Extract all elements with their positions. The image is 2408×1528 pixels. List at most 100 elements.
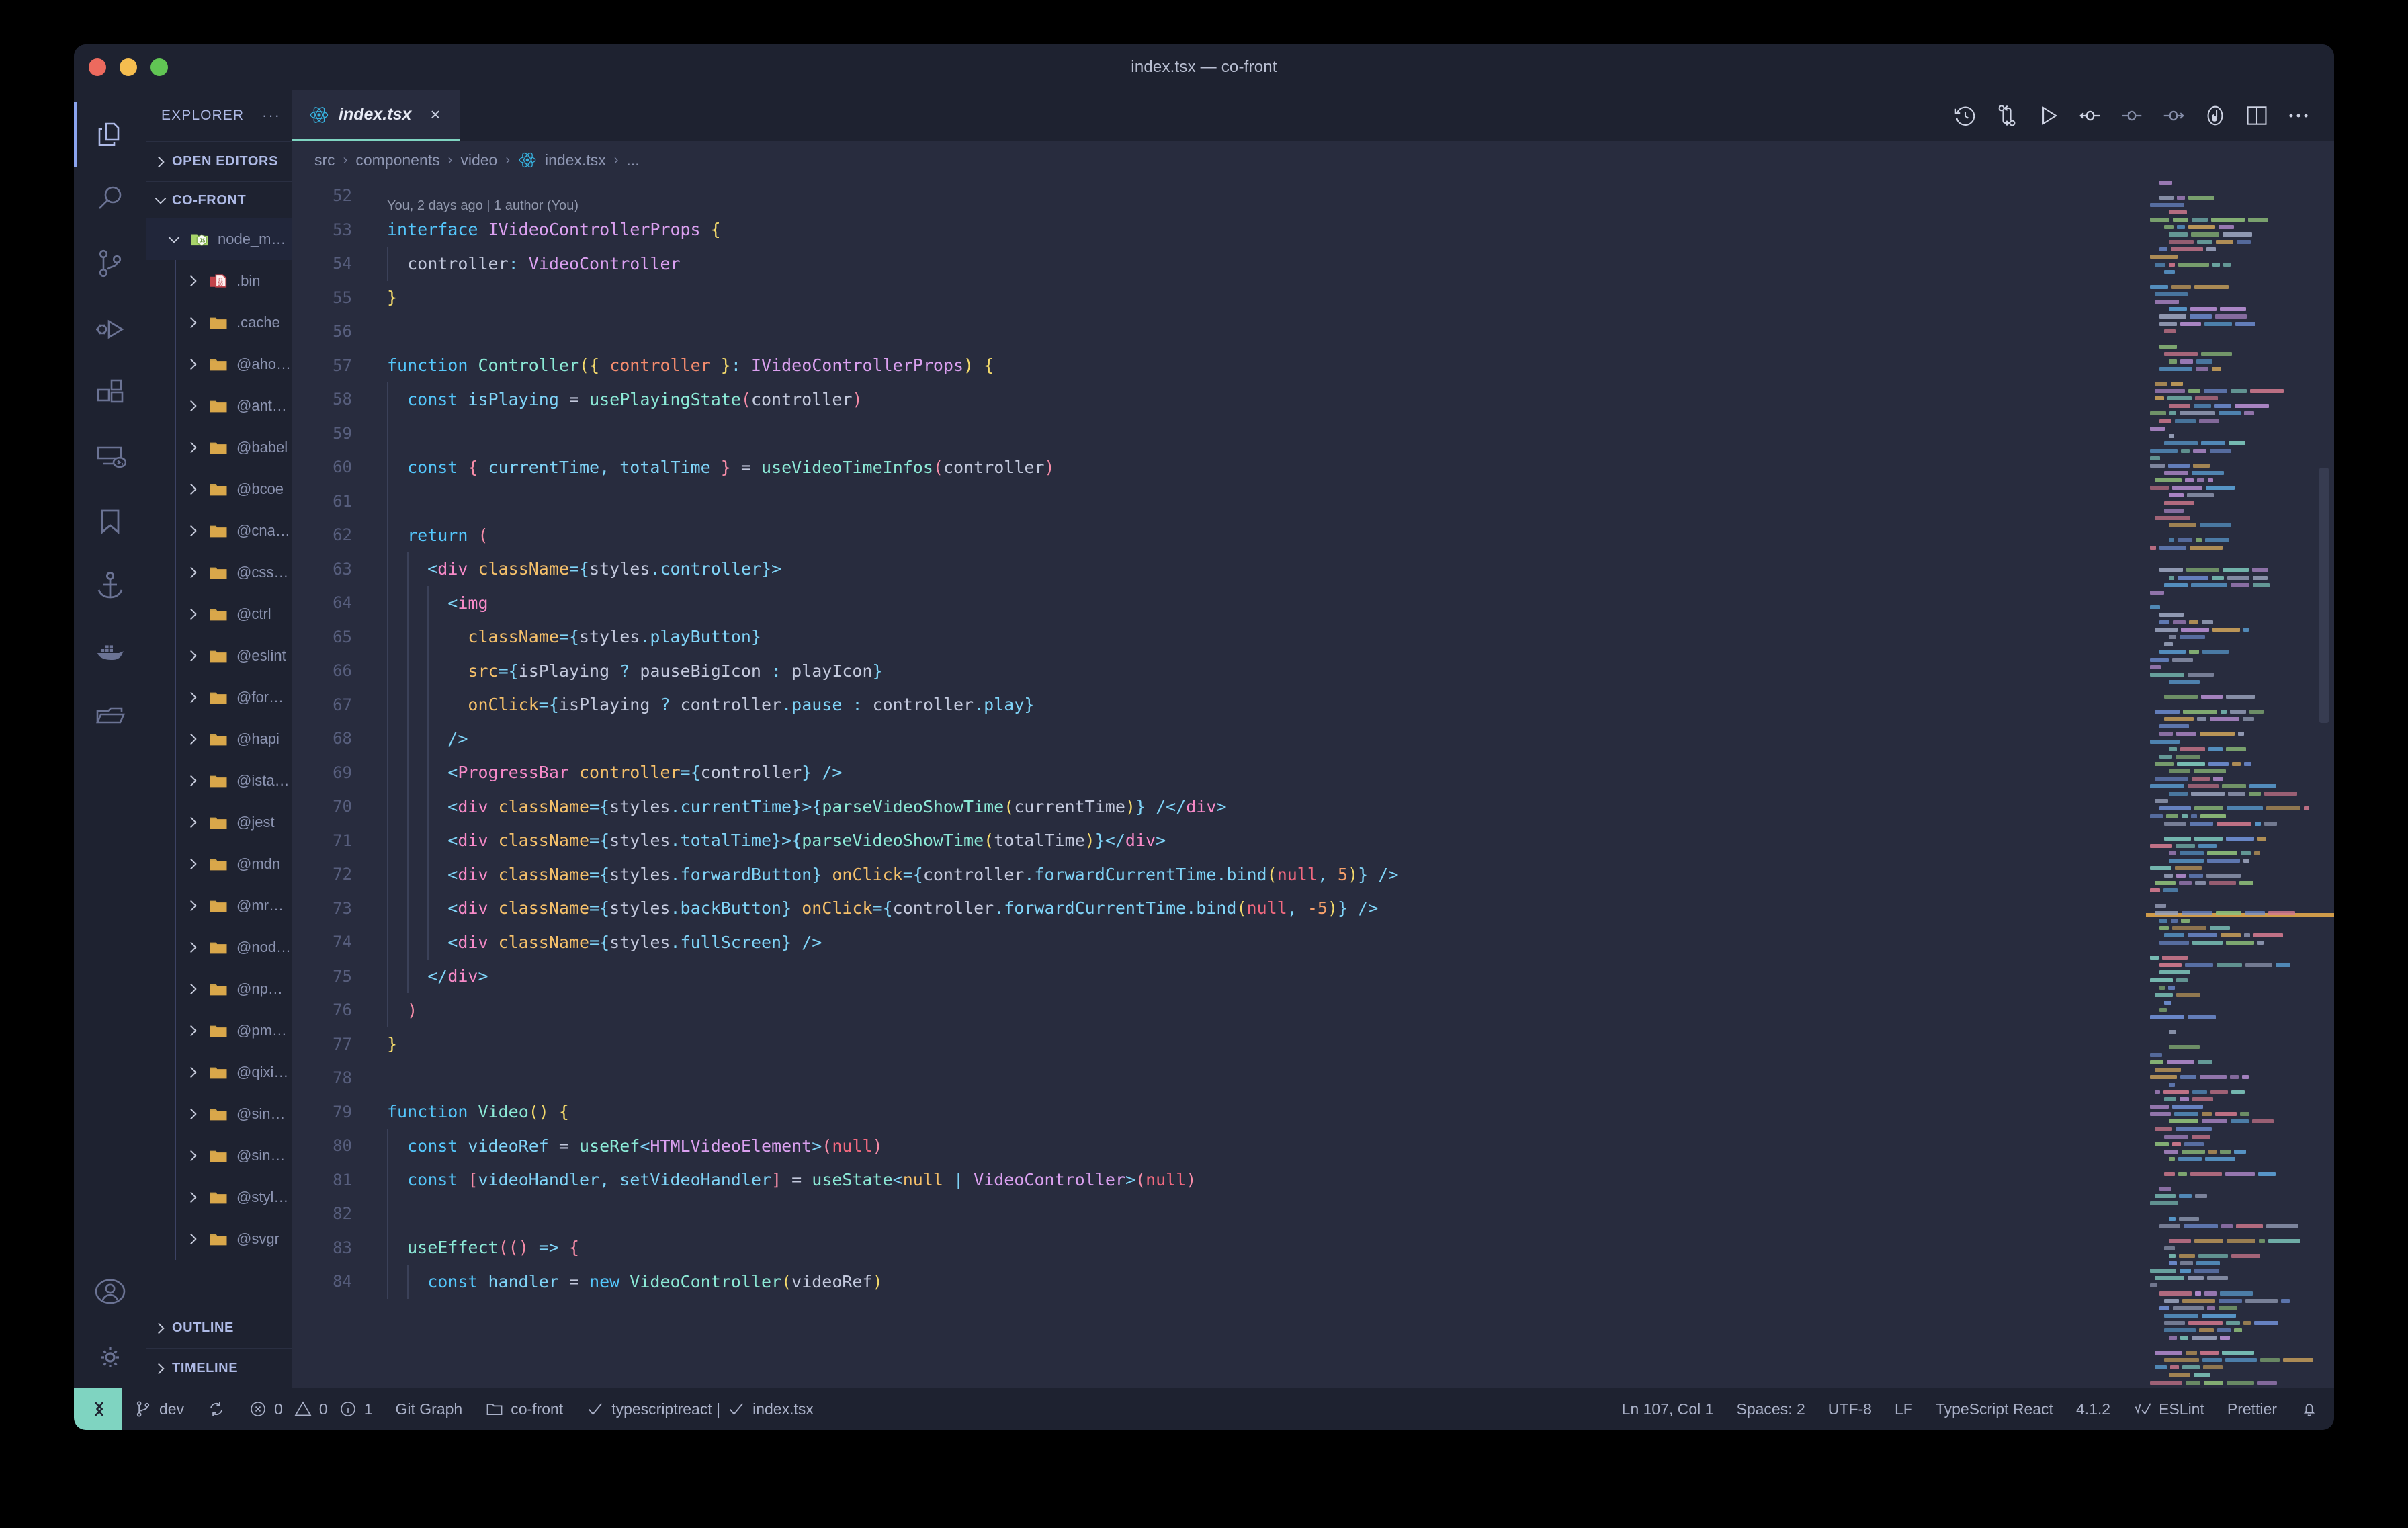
tree-item-csstools[interactable]: @csstools xyxy=(146,552,292,593)
tree-item-sinonjs[interactable]: @sinonjs xyxy=(146,1135,292,1177)
code-line[interactable]: 56 xyxy=(292,314,2146,349)
breakpoint-icon[interactable] xyxy=(2111,90,2153,141)
code-line[interactable]: 55} xyxy=(292,281,2146,315)
code-line[interactable]: 83 useEffect(() => { xyxy=(292,1231,2146,1265)
activity-manage-settings[interactable] xyxy=(74,1324,146,1388)
tree-item-qixiancs[interactable]: @qixian.cs xyxy=(146,1052,292,1093)
activity-source-control[interactable] xyxy=(74,231,146,296)
test-icon[interactable] xyxy=(2194,90,2236,141)
tree-item-mdn[interactable]: @mdn xyxy=(146,843,292,885)
tree-item-stylelint[interactable]: @stylelint xyxy=(146,1177,292,1218)
tree-item-ctrl[interactable]: @ctrl xyxy=(146,593,292,635)
code-line[interactable]: 82 xyxy=(292,1197,2146,1231)
code-line[interactable]: 62 return ( xyxy=(292,518,2146,552)
code-line[interactable]: 67 onClick={isPlaying ? controller.pause… xyxy=(292,688,2146,722)
tree-item-ant-design[interactable]: @ant-design xyxy=(146,385,292,427)
git-compare-icon[interactable] xyxy=(1986,90,2028,141)
chevron-right-icon[interactable] xyxy=(184,814,202,831)
status-typescript-version[interactable]: 4.1.2 xyxy=(2065,1388,2122,1430)
code-line[interactable]: 72 <div className={styles.forwardButton}… xyxy=(292,857,2146,892)
tree-item-cache[interactable]: .cache xyxy=(146,302,292,343)
tree-item-eslint[interactable]: @eslint xyxy=(146,635,292,677)
code-line[interactable]: 80 const videoRef = useRef<HTMLVideoElem… xyxy=(292,1129,2146,1163)
sidebar-more-actions-icon[interactable]: ··· xyxy=(262,107,281,124)
breadcrumb-item[interactable]: src xyxy=(314,151,335,169)
chevron-right-icon[interactable] xyxy=(184,730,202,748)
status-prettier[interactable]: Prettier xyxy=(2216,1388,2288,1430)
tree-root-co-front[interactable]: CO-FRONT xyxy=(146,182,292,218)
close-icon[interactable]: × xyxy=(430,104,440,125)
code-line[interactable]: 68 /> xyxy=(292,722,2146,756)
status-indentation[interactable]: Spaces: 2 xyxy=(1725,1388,1816,1430)
tab-index-tsx[interactable]: index.tsx × xyxy=(292,90,460,141)
chevron-right-icon[interactable] xyxy=(184,1064,202,1081)
code-line[interactable]: 78 xyxy=(292,1061,2146,1095)
activity-docker[interactable] xyxy=(74,618,146,683)
sidebar-section-timeline[interactable]: TIMELINE xyxy=(146,1348,292,1388)
activity-search[interactable] xyxy=(74,167,146,231)
code-line[interactable]: 58 const isPlaying = usePlayingState(con… xyxy=(292,382,2146,417)
status-problems[interactable]: 0 0 1 xyxy=(237,1388,384,1430)
chevron-right-icon[interactable] xyxy=(184,314,202,331)
code-line[interactable]: 75 </div> xyxy=(292,960,2146,994)
tree-item-bin[interactable]: 01 10 .bin xyxy=(146,260,292,302)
chevron-right-icon[interactable] xyxy=(184,980,202,998)
chevron-right-icon[interactable] xyxy=(184,1022,202,1039)
chevron-right-icon[interactable] xyxy=(184,397,202,415)
code-line[interactable]: 70 <div className={styles.currentTime}>{… xyxy=(292,790,2146,824)
chevron-right-icon[interactable] xyxy=(184,647,202,665)
chevron-right-icon[interactable] xyxy=(184,1105,202,1123)
remote-window-icon[interactable] xyxy=(74,1388,122,1430)
activity-run-and-debug[interactable] xyxy=(74,296,146,360)
breadcrumb-item[interactable]: components xyxy=(355,151,439,169)
chevron-right-icon[interactable] xyxy=(184,1230,202,1248)
status-typescriptreact[interactable]: typescriptreact | index.tsx xyxy=(574,1388,825,1430)
chevron-right-icon[interactable] xyxy=(184,772,202,790)
chevron-right-icon[interactable] xyxy=(184,564,202,581)
tree-item-jest[interactable]: @jest xyxy=(146,802,292,843)
minimize-window-button[interactable] xyxy=(120,58,137,76)
step-back-icon[interactable] xyxy=(2069,90,2111,141)
breadcrumb-item[interactable]: video xyxy=(460,151,497,169)
status-eslint[interactable]: ESLint xyxy=(2122,1388,2216,1430)
code-line[interactable]: 53 interface IVideoControllerProps { xyxy=(292,213,2146,247)
window-controls[interactable] xyxy=(89,58,168,76)
chevron-right-icon[interactable] xyxy=(184,1147,202,1164)
tree-item-svgr[interactable]: @svgr xyxy=(146,1218,292,1260)
step-forward-icon[interactable] xyxy=(2153,90,2194,141)
minimap[interactable] xyxy=(2146,179,2334,1388)
code-line[interactable]: 73 <div className={styles.backButton} on… xyxy=(292,892,2146,926)
chevron-right-icon[interactable] xyxy=(184,689,202,706)
tree-item-pmmmwh[interactable]: @pmmmwh xyxy=(146,1010,292,1052)
status-cursor-position[interactable]: Ln 107, Col 1 xyxy=(1610,1388,1725,1430)
tree-item-istanbuljs[interactable]: @istanbuljs xyxy=(146,760,292,802)
status-language-mode[interactable]: TypeScript React xyxy=(1924,1388,2065,1430)
sidebar-section-open-editors[interactable]: OPEN EDITORS xyxy=(146,141,292,181)
minimap-scrollbar[interactable] xyxy=(2319,468,2329,723)
code-line[interactable]: 71 <div className={styles.totalTime}>{pa… xyxy=(292,824,2146,858)
play-icon[interactable] xyxy=(2028,90,2069,141)
tree-item-node_modules[interactable]: JS node_modules xyxy=(146,218,292,260)
chevron-right-icon[interactable] xyxy=(184,355,202,373)
ellipsis-icon[interactable] xyxy=(2278,90,2319,141)
activity-remote-explorer[interactable] xyxy=(74,425,146,489)
sidebar-section-outline[interactable]: OUTLINE xyxy=(146,1308,292,1348)
code-line[interactable]: 60 const { currentTime, totalTime } = us… xyxy=(292,450,2146,484)
code-line[interactable]: 84 const handler = new VideoController(v… xyxy=(292,1265,2146,1299)
code-editor[interactable]: 52 53 interface IVideoControllerProps {54 … xyxy=(292,179,2146,1388)
tree-item-npmcli[interactable]: @npmcli xyxy=(146,968,292,1010)
tree-item-formatjs[interactable]: @formatjs xyxy=(146,677,292,718)
code-line[interactable]: 64 <img xyxy=(292,586,2146,620)
chevron-right-icon[interactable] xyxy=(184,480,202,498)
tree-item-hapi[interactable]: @hapi xyxy=(146,718,292,760)
status-sync[interactable] xyxy=(196,1388,237,1430)
chevron-right-icon[interactable] xyxy=(184,939,202,956)
chevron-right-icon[interactable] xyxy=(184,1189,202,1206)
tree-item-cnakazawa[interactable]: @cnakazawa xyxy=(146,510,292,552)
status-notifications[interactable] xyxy=(2288,1388,2330,1430)
code-line[interactable]: 79 function Video() { xyxy=(292,1095,2146,1130)
chevron-right-icon[interactable] xyxy=(184,855,202,873)
code-line[interactable]: 65 className={styles.playButton} xyxy=(292,620,2146,654)
tree-item-mrmlnc[interactable]: @mrmlnc xyxy=(146,885,292,927)
activity-accounts[interactable] xyxy=(74,1259,146,1324)
